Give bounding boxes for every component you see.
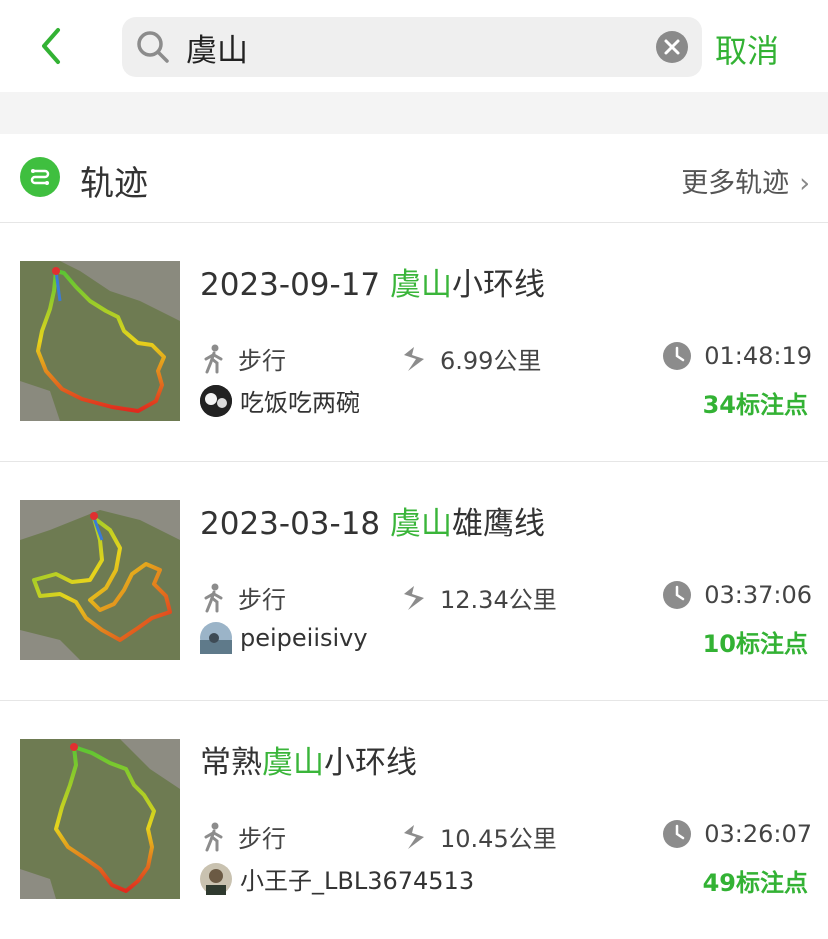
top-bar: 取消 (0, 0, 828, 92)
activity-mode: 步行 (202, 580, 286, 615)
duration: 03:26:07 (662, 819, 812, 849)
annotation-count: 10标注点 (702, 630, 808, 658)
avatar (200, 862, 232, 895)
distance: 12.34公里 (400, 580, 557, 615)
distance-icon (404, 824, 424, 849)
track-author[interactable]: 小王子_LBL3674513 (200, 861, 474, 896)
track-title: 2023-03-18 虞山雄鹰线 (200, 498, 545, 543)
track-item[interactable]: 常熟虞山小环线 步行 10.45公里 03:26:07 小王子_LBL36745… (0, 701, 828, 939)
track-author-row: peipeiisivy 10标注点 (200, 622, 812, 662)
track-title-suffix: 小环线 (452, 267, 546, 303)
chevron-left-icon (42, 28, 60, 64)
track-title-suffix: 雄鹰线 (452, 506, 546, 542)
chevron-right-icon: › (799, 168, 810, 199)
track-title-suffix: 小环线 (324, 745, 417, 781)
search-icon (137, 31, 169, 63)
avatar (200, 622, 232, 654)
track-author-row: 吃饭吃两碗 34标注点 (200, 383, 812, 423)
track-stats: 步行 10.45公里 03:26:07 (200, 819, 812, 859)
user-name: peipeiisivy (240, 624, 368, 652)
track-author[interactable]: 吃饭吃两碗 (200, 383, 360, 418)
track-map-thumbnail (20, 261, 180, 421)
cancel-button[interactable]: 取消 (715, 26, 779, 72)
search-highlight: 虞山 (262, 745, 324, 781)
track-map-thumbnail (20, 500, 180, 660)
track-title-prefix: 常熟 (200, 745, 262, 781)
walking-icon (204, 344, 223, 373)
track-date: 2023-03-18 (200, 506, 391, 542)
walking-icon (204, 822, 223, 851)
search-highlight: 虞山 (390, 267, 453, 303)
track-stats: 步行 12.34公里 03:37:06 (200, 580, 812, 620)
track-section-icon (20, 157, 60, 197)
clear-search-button[interactable] (656, 31, 688, 63)
track-title: 常熟虞山小环线 (200, 737, 417, 782)
avatar (200, 384, 232, 417)
section-title: 轨迹 (80, 164, 148, 204)
section-divider (0, 92, 828, 134)
track-stats: 步行 6.99公里 01:48:19 (200, 341, 812, 381)
distance-icon (404, 346, 424, 371)
back-button[interactable] (32, 26, 72, 66)
duration: 01:48:19 (662, 341, 812, 371)
walking-icon (204, 583, 223, 612)
track-author[interactable]: peipeiisivy (200, 622, 368, 654)
search-input[interactable] (186, 25, 646, 69)
track-item[interactable]: 2023-03-18 虞山雄鹰线 步行 12.34公里 03:37:06 pei… (0, 462, 828, 701)
clock-icon (663, 342, 692, 370)
tracks-section-header: 轨迹 更多轨迹 › (0, 134, 828, 223)
activity-mode: 步行 (202, 819, 286, 854)
track-item[interactable]: 2023-09-17 虞山小环线 步行 6.99公里 01:48:19 吃饭吃两… (0, 223, 828, 462)
close-icon (664, 39, 680, 55)
clock-icon (663, 820, 692, 848)
distance: 6.99公里 (400, 341, 541, 376)
activity-mode: 步行 (202, 341, 286, 376)
clock-icon (663, 581, 692, 609)
search-highlight: 虞山 (390, 506, 453, 542)
track-author-row: 小王子_LBL3674513 49标注点 (200, 861, 812, 901)
distance-icon (404, 585, 424, 610)
more-tracks-link[interactable]: 更多轨迹 › (681, 161, 810, 200)
user-name: 小王子_LBL3674513 (240, 867, 475, 895)
distance: 10.45公里 (400, 819, 557, 854)
more-tracks-label: 更多轨迹 (681, 168, 790, 199)
track-list: 2023-09-17 虞山小环线 步行 6.99公里 01:48:19 吃饭吃两… (0, 223, 828, 939)
annotation-count: 49标注点 (702, 869, 808, 897)
track-title: 2023-09-17 虞山小环线 (200, 259, 545, 304)
track-date: 2023-09-17 (200, 267, 391, 303)
search-box[interactable] (122, 17, 702, 77)
duration: 03:37:06 (662, 580, 812, 610)
track-map-thumbnail (20, 739, 180, 899)
annotation-count: 34标注点 (702, 391, 808, 419)
user-name: 吃饭吃两碗 (240, 389, 360, 417)
